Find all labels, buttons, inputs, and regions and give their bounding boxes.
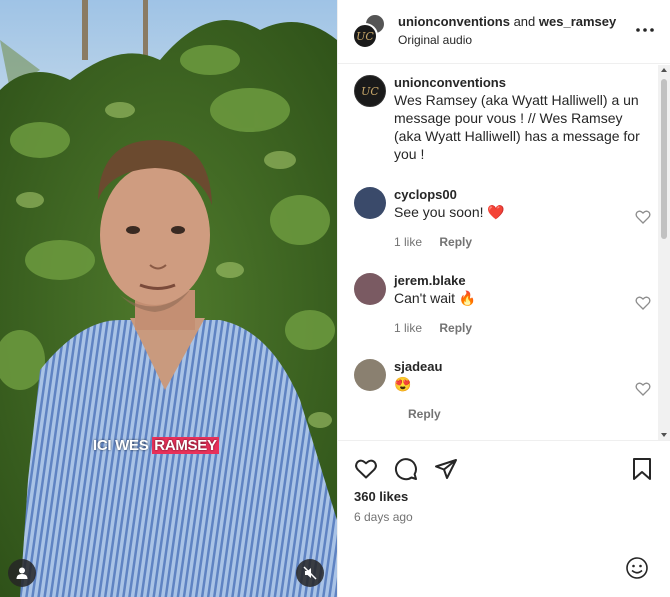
comment-emoji: 😍	[394, 376, 412, 392]
comment-like-icon[interactable]	[635, 381, 651, 397]
comment-emoji: ❤️	[487, 204, 505, 220]
like-icon	[355, 459, 377, 479]
scroll-up-icon[interactable]	[661, 68, 667, 72]
header-joiner: and	[513, 14, 536, 29]
video-caption: ICI WES RAMSEY	[93, 437, 219, 458]
comment-text: Can't wait	[394, 290, 456, 306]
video-frame	[0, 0, 337, 597]
comment-meta: 1 like Reply	[394, 321, 486, 335]
comment-user[interactable]: jerem.blake	[394, 273, 630, 289]
reply-button[interactable]: Reply	[408, 407, 441, 421]
share-button[interactable]	[433, 456, 459, 482]
comment-text: See you soon!	[394, 204, 484, 220]
bookmark-icon	[633, 458, 651, 480]
comment-item: sjadeau 😍 Reply	[338, 359, 658, 423]
post-header: UC unionconventions and wes_ramsey Origi…	[338, 0, 670, 64]
author-avatar-text: UC	[361, 84, 379, 98]
share-icon	[435, 459, 457, 479]
more-options-button[interactable]	[633, 20, 657, 40]
caption-highlight: RAMSEY	[152, 437, 219, 454]
commenter-avatar[interactable]	[354, 359, 386, 391]
reply-button[interactable]: Reply	[439, 235, 472, 249]
post-timestamp[interactable]: 6 days ago	[354, 510, 413, 524]
video-player[interactable]: ICI WES RAMSEY	[0, 0, 337, 597]
comment-emoji: 🔥	[458, 290, 477, 306]
comment-likes[interactable]: 1 like	[394, 235, 422, 249]
post-actions: 360 likes 6 days ago	[338, 440, 670, 597]
commenter-avatar[interactable]	[354, 187, 386, 219]
comment-item: jerem.blake Can't wait 🔥 1 like Reply	[338, 273, 658, 337]
caption-text: ICI WES	[93, 437, 149, 454]
commenter-avatar[interactable]	[354, 273, 386, 305]
collab-avatars[interactable]: UC	[352, 13, 390, 51]
header-user1[interactable]: unionconventions	[398, 14, 510, 29]
tagged-users-button[interactable]	[8, 559, 36, 587]
author-avatar[interactable]: UC	[354, 75, 386, 107]
comment-user[interactable]: sjadeau	[394, 359, 630, 375]
mute-icon	[303, 566, 317, 580]
save-button[interactable]	[629, 456, 655, 482]
comment-body: jerem.blake Can't wait 🔥	[394, 273, 630, 307]
avatar-primary: UC	[352, 23, 378, 49]
comment-button[interactable]	[393, 456, 419, 482]
comments-scrollbar[interactable]	[658, 65, 670, 440]
avatar-logo-text: UC	[356, 29, 374, 43]
comment-meta: 1 like Reply	[394, 235, 486, 249]
scroll-thumb[interactable]	[661, 79, 667, 239]
comment-body: sjadeau 😍	[394, 359, 630, 393]
mute-button[interactable]	[296, 559, 324, 587]
comment-likes[interactable]: 1 like	[394, 321, 422, 335]
comment-meta: Reply	[394, 407, 455, 421]
comment-item: cyclops00 See you soon! ❤️ 1 like Reply	[338, 187, 658, 251]
header-usernames: unionconventions and wes_ramsey	[398, 14, 616, 29]
comment-user[interactable]: cyclops00	[394, 187, 630, 203]
caption-body: unionconventions Wes Ramsey (aka Wyatt H…	[394, 75, 644, 163]
header-user2[interactable]: wes_ramsey	[539, 14, 616, 29]
scroll-down-icon[interactable]	[661, 433, 667, 437]
comment-icon	[395, 458, 417, 481]
comments-list[interactable]: UC unionconventions Wes Ramsey (aka Wyat…	[338, 65, 670, 440]
audio-label[interactable]: Original audio	[398, 33, 472, 47]
more-options-icon	[636, 28, 654, 32]
post-caption: UC unionconventions Wes Ramsey (aka Wyat…	[338, 75, 658, 175]
reply-button[interactable]: Reply	[439, 321, 472, 335]
user-icon	[16, 567, 28, 579]
caption-author[interactable]: unionconventions	[394, 75, 644, 91]
comment-body: cyclops00 See you soon! ❤️	[394, 187, 630, 221]
emoji-icon[interactable]	[625, 556, 649, 580]
like-button[interactable]	[353, 456, 379, 482]
comment-like-icon[interactable]	[635, 295, 651, 311]
likes-count[interactable]: 360 likes	[354, 489, 408, 504]
comment-like-icon[interactable]	[635, 209, 651, 225]
caption-text: Wes Ramsey (aka Wyatt Halliwell) a un me…	[394, 92, 640, 162]
post-sidebar: UC unionconventions and wes_ramsey Origi…	[337, 0, 670, 597]
post-viewer: ICI WES RAMSEY UC unionconventions and w…	[0, 0, 670, 597]
